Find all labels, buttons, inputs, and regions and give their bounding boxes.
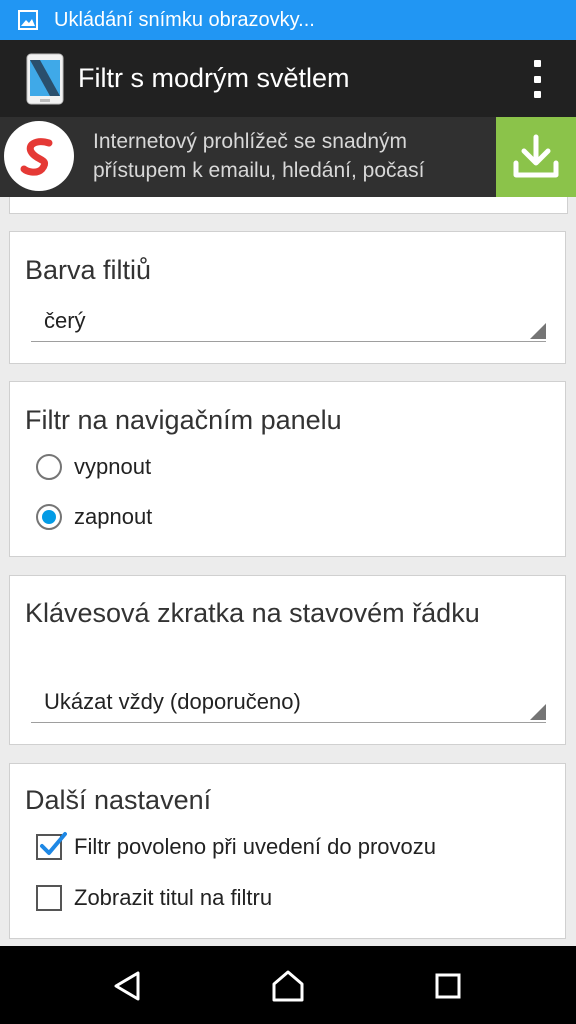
checkbox-start-filter[interactable]	[36, 832, 67, 860]
image-icon	[16, 8, 40, 32]
radio-off-label: vypnout	[74, 454, 152, 479]
back-icon[interactable]	[106, 964, 150, 1008]
dropdown-arrow-icon	[530, 704, 546, 720]
shortcut-dropdown[interactable]: Ukázat vždy (doporučeno)	[31, 686, 546, 723]
shortcut-value: Ukázat vždy (doporučeno)	[44, 689, 301, 714]
more-vert-icon[interactable]	[528, 60, 546, 98]
home-icon[interactable]	[266, 964, 310, 1008]
shortcut-card: Klávesová zkratka na stavovém řádku Ukáz…	[9, 575, 566, 745]
checkbox-show-title-label: Zobrazit titul na filtru	[74, 885, 273, 910]
shortcut-title: Klávesová zkratka na stavovém řádku	[25, 598, 480, 628]
checkbox-start-filter-label: Filtr povoleno při uvedení do provozu	[74, 834, 436, 859]
previous-card-stub	[9, 197, 568, 214]
ad-text: Internetový prohlížeč se snadným přístup…	[93, 130, 425, 182]
status-notification-text: Ukládání snímku obrazovky...	[54, 8, 315, 31]
nav-filter-title: Filtr na navigačním panelu	[25, 405, 342, 435]
app-bar: Filtr s modrým světlem	[0, 40, 576, 117]
filter-color-card: Barva filtiů čerý	[9, 231, 566, 364]
system-nav-bar	[0, 946, 576, 1024]
filter-color-title: Barva filtiů	[25, 255, 152, 285]
nav-filter-card: Filtr na navigačním panelu vypnout zapno…	[9, 381, 566, 557]
checkbox-option-show-title[interactable]: Zobrazit titul na filtru	[36, 878, 272, 918]
phone-app-icon	[24, 52, 66, 106]
checkbox-option-start-filter[interactable]: Filtr povoleno při uvedení do provozu	[36, 827, 436, 867]
s-logo-icon	[4, 121, 74, 191]
filter-color-dropdown[interactable]: čerý	[31, 305, 546, 342]
app-title: Filtr s modrým světlem	[78, 63, 350, 93]
radio-on-label: zapnout	[74, 504, 153, 529]
radio-on[interactable]	[36, 504, 62, 530]
radio-option-on[interactable]: zapnout	[36, 497, 152, 537]
checkbox-show-title[interactable]	[36, 885, 62, 911]
download-icon[interactable]	[496, 117, 576, 197]
filter-color-value: čerý	[44, 308, 86, 333]
radio-option-off[interactable]: vypnout	[36, 447, 151, 487]
ad-banner[interactable]: Internetový prohlížeč se snadným přístup…	[0, 117, 576, 197]
check-icon	[40, 832, 67, 855]
more-settings-card: Další nastavení Filtr povoleno při uvede…	[9, 763, 566, 939]
recents-icon[interactable]	[426, 964, 470, 1008]
radio-off[interactable]	[36, 454, 62, 480]
status-bar: Ukládání snímku obrazovky...	[0, 0, 576, 40]
more-settings-title: Další nastavení	[25, 785, 212, 815]
dropdown-arrow-icon	[530, 323, 546, 339]
